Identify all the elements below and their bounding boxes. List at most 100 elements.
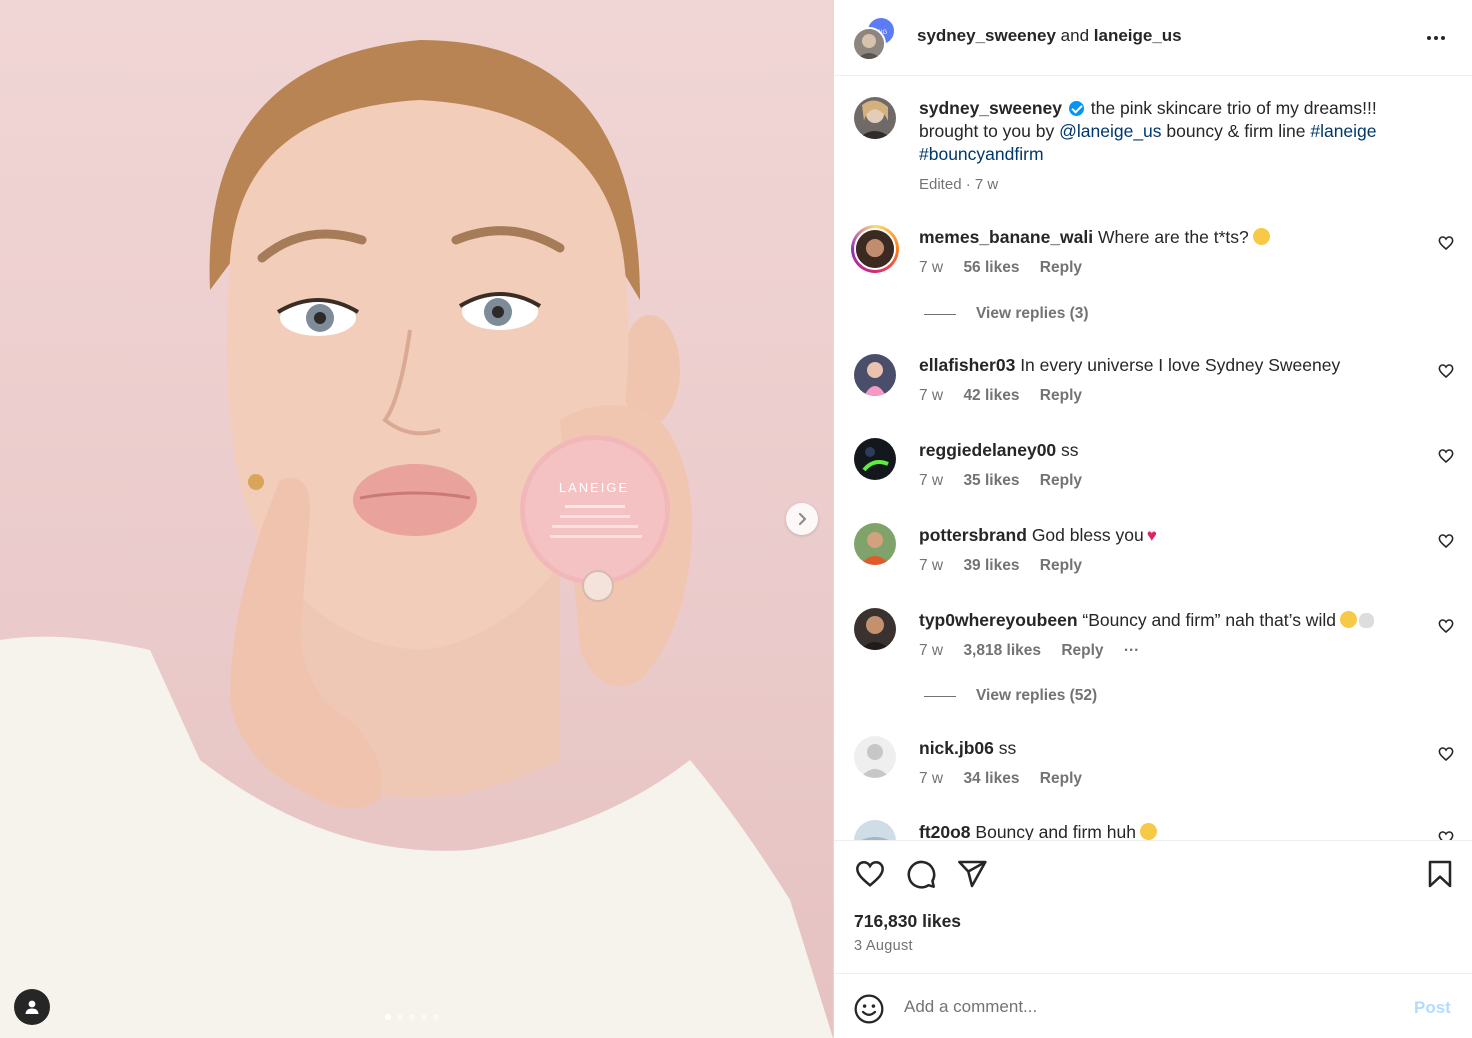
comment-like-heart-icon[interactable] (1438, 830, 1454, 840)
next-slide-button[interactable] (786, 503, 818, 535)
comment-time: 7 w (919, 472, 944, 489)
comment-body: In every universe I love Sydney Sweeney (1020, 355, 1341, 375)
comment-reply-button[interactable]: Reply (1040, 557, 1082, 574)
emoji-picker-icon[interactable] (853, 993, 885, 1025)
post-header-title: sydney_sweeney and laneige_us (917, 26, 1182, 46)
tagged-users-button[interactable] (14, 989, 50, 1025)
comment-text: reggiedelaney00 ss (919, 439, 1424, 462)
like-heart-icon[interactable] (854, 858, 886, 890)
comment-avatar[interactable] (851, 225, 899, 273)
comment-text: ellafisher03 In every universe I love Sy… (919, 354, 1424, 377)
comment-bubble-icon[interactable] (905, 858, 937, 890)
post-date[interactable]: 3 August (854, 938, 913, 954)
comment-reply-button[interactable]: Reply (1040, 387, 1082, 404)
view-replies-button[interactable]: View replies (3) (924, 305, 1089, 323)
comment-like-heart-icon[interactable] (1438, 235, 1454, 251)
comment-body: Where are the t*ts? (1098, 227, 1249, 247)
comment-avatar[interactable] (854, 736, 896, 778)
comment-username[interactable]: reggiedelaney00 (919, 440, 1056, 460)
comment-input[interactable] (904, 994, 1384, 1020)
comment-reply-button[interactable]: Reply (1040, 770, 1082, 787)
caption-author-avatar[interactable] (854, 97, 896, 139)
post-media[interactable]: LANEIGE (0, 0, 833, 1038)
laughing-emoji-icon (1252, 228, 1270, 245)
carousel-dot (385, 1014, 391, 1020)
comment-meta: 7 w 34 likes Reply (919, 770, 1098, 788)
comment-time: 7 w (919, 387, 944, 404)
comment-reply-button[interactable]: Reply (1040, 259, 1082, 276)
add-comment-bar: Post (834, 973, 1472, 1038)
comment-avatar[interactable] (854, 523, 896, 565)
comment-avatar[interactable] (854, 354, 896, 396)
view-replies-label: View replies (52) (976, 687, 1098, 704)
caption-username[interactable]: sydney_sweeney (919, 98, 1062, 118)
save-bookmark-icon[interactable] (1424, 858, 1456, 890)
comment-like-heart-icon[interactable] (1438, 618, 1454, 634)
comment-text: nick.jb06 ss (919, 737, 1424, 760)
comment-likes[interactable]: 3,818 likes (963, 642, 1041, 659)
caption-mention-link[interactable]: @laneige_us (1059, 121, 1161, 141)
post-comment-button[interactable]: Post (1414, 998, 1451, 1018)
replies-divider (924, 695, 956, 697)
share-send-icon[interactable] (956, 858, 988, 890)
comment-username[interactable]: ellafisher03 (919, 355, 1015, 375)
comment-likes[interactable]: 35 likes (963, 472, 1019, 489)
comment-meta: 7 w 42 likes Reply (919, 387, 1098, 405)
comment-meta: 7 w 35 likes Reply (919, 472, 1098, 490)
comment-body: “Bouncy and firm” nah that’s wild (1082, 610, 1336, 630)
post-actions-bar: 716,830 likes 3 August (834, 840, 1472, 973)
collaborator-username-link[interactable]: laneige_us (1094, 26, 1182, 45)
comment-avatar[interactable] (854, 608, 896, 650)
comment-likes[interactable]: 56 likes (963, 259, 1019, 276)
comment-likes[interactable]: 42 likes (963, 387, 1019, 404)
comment-time: 7 w (919, 642, 944, 659)
comment-time: 7 w (919, 770, 944, 787)
comment-username[interactable]: pottersbrand (919, 525, 1027, 545)
comment-text: ft20o8 Bouncy and firm huh (919, 821, 1424, 840)
caption-hashtag-link[interactable]: #laneige (1310, 121, 1376, 141)
post-header: LNG sydney_sweeney and laneige_us (834, 0, 1472, 76)
chevron-right-icon (798, 512, 807, 526)
carousel-dot (409, 1014, 415, 1020)
comment-username[interactable]: nick.jb06 (919, 738, 994, 758)
smirk-emoji-icon (1139, 823, 1157, 840)
comment-like-heart-icon[interactable] (1438, 746, 1454, 762)
header-and-text: and (1060, 26, 1090, 45)
verified-badge-icon (1068, 101, 1084, 116)
comment-username[interactable]: typ0whereyoubeen (919, 610, 1078, 630)
product-brand-text: LANEIGE (559, 480, 629, 495)
comment-likes[interactable]: 34 likes (963, 770, 1019, 787)
view-replies-button[interactable]: View replies (52) (924, 687, 1097, 705)
comment-likes[interactable]: 39 likes (963, 557, 1019, 574)
comment-username[interactable]: ft20o8 (919, 822, 971, 840)
comment-more-options-button[interactable]: ··· (1124, 642, 1140, 659)
comment-like-heart-icon[interactable] (1438, 363, 1454, 379)
caption-hashtag-link[interactable]: #bouncyandfirm (919, 144, 1044, 164)
comment-like-heart-icon[interactable] (1438, 448, 1454, 464)
more-horizontal-icon (1427, 36, 1445, 40)
post-side-panel: LNG sydney_sweeney and laneige_us sydney… (833, 0, 1472, 1038)
comment-time: 7 w (919, 557, 944, 574)
comment-reply-button[interactable]: Reply (1061, 642, 1103, 659)
caption-meta: Edited · 7 w (919, 176, 999, 193)
red-heart-emoji-icon: ♥ (1146, 526, 1157, 545)
comment-avatar[interactable] (854, 438, 896, 480)
author-username-link[interactable]: sydney_sweeney (917, 26, 1056, 45)
post-photo: LANEIGE (0, 40, 833, 1038)
more-options-button[interactable] (1424, 26, 1448, 56)
comment-meta: 7 w 3,818 likes Reply ··· (919, 642, 1155, 660)
user-icon (25, 1000, 39, 1014)
comment-meta: 7 w 56 likes Reply (919, 259, 1098, 277)
post-likes-count[interactable]: 716,830 likes (854, 911, 961, 932)
comment-reply-button[interactable]: Reply (1040, 472, 1082, 489)
comments-scroll-area[interactable]: sydney_sweeney the pink skincare trio of… (834, 77, 1472, 840)
comment-username[interactable]: memes_banane_wali (919, 227, 1093, 247)
comment-body: God bless you (1031, 525, 1144, 545)
carousel-dot (397, 1014, 403, 1020)
comment-body: Bouncy and firm huh (975, 822, 1136, 840)
comment-meta: 7 w 39 likes Reply (919, 557, 1098, 575)
comment-avatar[interactable] (854, 820, 896, 840)
author-avatar[interactable] (852, 27, 886, 61)
comment-like-heart-icon[interactable] (1438, 533, 1454, 549)
comment-text: pottersbrand God bless you ♥ (919, 524, 1424, 547)
